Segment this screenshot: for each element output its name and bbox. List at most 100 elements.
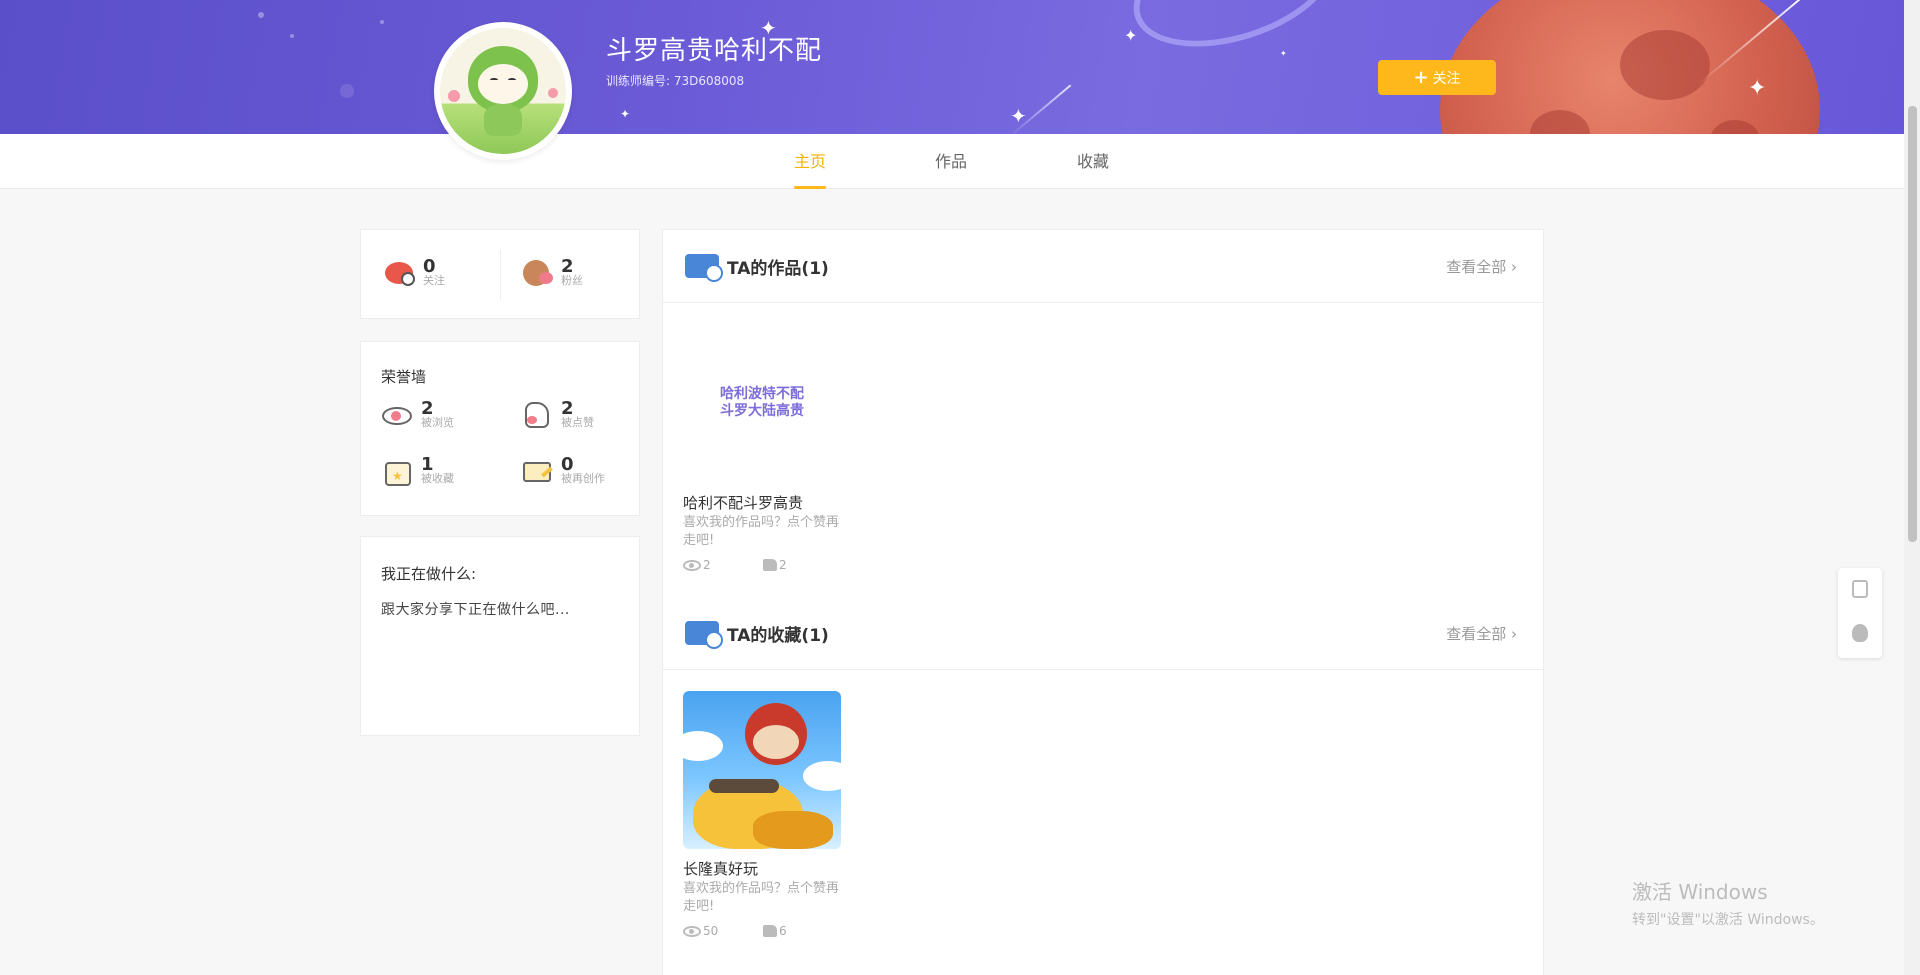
works-header: TA的作品(1) 查看全部 ›: [663, 230, 1543, 303]
following-label: 关注: [423, 274, 445, 287]
work-thumbnail[interactable]: 哈利波特不配 斗罗大陆高贵: [683, 324, 841, 482]
fans-count: 2: [561, 256, 574, 277]
favorite-name[interactable]: 长隆真好玩: [683, 858, 758, 879]
works-icon: [685, 254, 723, 282]
honor-wall-title: 荣誉墙: [381, 368, 427, 386]
honor-views: 2 被浏览: [381, 400, 454, 430]
trainer-id: 训练师编号: 73D608008: [606, 74, 745, 88]
works-view-all-label: 查看全部: [1446, 258, 1507, 276]
collect-box-star: ★: [392, 469, 403, 483]
favorites-title: TA的收藏(1): [727, 626, 829, 646]
cover-cloud: [803, 761, 841, 791]
favorites-view-all-link[interactable]: 查看全部 ›: [1446, 623, 1517, 644]
avatar-eye: [490, 78, 498, 82]
banner-dot: [380, 20, 384, 24]
recreate-icon: [521, 456, 555, 486]
eye-icon: [683, 559, 701, 571]
works-view-all-link[interactable]: 查看全部 ›: [1446, 256, 1517, 277]
work-likes: 2: [763, 558, 787, 572]
banner-dot: [340, 84, 354, 98]
honor-likes: 2 被点赞: [521, 400, 594, 430]
favorites-header: TA的收藏(1) 查看全部 ›: [663, 597, 1543, 670]
honor-recreate-label: 被再创作: [561, 472, 605, 485]
tab-works[interactable]: 作品: [935, 134, 967, 189]
favorite-description: 喜欢我的作品吗？点个赞再走吧!: [683, 881, 840, 914]
avatar-image: [440, 28, 566, 154]
windows-activation-watermark: 激活 Windows 转到"设置"以激活 Windows。: [1632, 876, 1824, 929]
favorites-view-all-label: 查看全部: [1446, 625, 1507, 643]
planet-crater: [1530, 110, 1590, 134]
sparkle-icon: ✦: [1010, 104, 1027, 128]
work-views: 2: [683, 558, 711, 572]
honor-wall-card: 荣誉墙 2 被浏览 2 被点赞 ★ 1 被收藏 0 被再创作: [360, 341, 640, 516]
planet-crater: [1710, 120, 1760, 134]
fans-icon: [521, 258, 555, 288]
avatar[interactable]: [434, 22, 572, 160]
work-likes-count: 2: [779, 558, 787, 572]
banner-dot: [258, 12, 264, 18]
following-stat[interactable]: 0 关注: [383, 258, 445, 288]
chevron-right-icon: ›: [1511, 625, 1517, 643]
sparkle-icon: ✦: [1124, 26, 1138, 45]
content-panel: TA的作品(1) 查看全部 › 哈利波特不配 斗罗大陆高贵 哈利不配斗罗高贵 喜…: [662, 229, 1544, 975]
work-thumbnail-text: 哈利波特不配 斗罗大陆高贵: [683, 386, 841, 420]
status-card[interactable]: 我正在做什么: 跟大家分享下正在做什么吧...: [360, 536, 640, 736]
watermark-subtitle: 转到"设置"以激活 Windows。: [1632, 912, 1824, 928]
sparkle-icon: ✦: [1748, 76, 1767, 101]
plus-icon: +: [1413, 66, 1429, 88]
work-name[interactable]: 哈利不配斗罗高贵: [683, 492, 803, 513]
favorite-views: 50: [683, 924, 718, 938]
tab-home[interactable]: 主页: [794, 134, 827, 189]
favorite-views-count: 50: [703, 924, 719, 938]
fans-stat[interactable]: 2 粉丝: [521, 258, 583, 288]
follow-button[interactable]: + 关注: [1378, 60, 1496, 95]
honor-views-label: 被浏览: [421, 416, 454, 429]
status-text[interactable]: 跟大家分享下正在做什么吧...: [381, 599, 570, 619]
sparkle-icon: ✦: [620, 107, 631, 121]
favorite-likes: 6: [763, 924, 787, 938]
works-title: TA的作品(1): [727, 259, 829, 279]
thumbs-up-icon: [763, 925, 777, 937]
watermark-title: 激活 Windows: [1632, 880, 1768, 904]
cover-pilot-face: [753, 725, 799, 759]
banner-dot: [290, 34, 294, 38]
avatar-flower: [548, 88, 558, 98]
honor-collects-label: 被收藏: [421, 472, 454, 485]
mobile-icon[interactable]: [1852, 580, 1868, 598]
honor-recreate-count: 0: [561, 454, 574, 475]
eye-icon: [381, 400, 415, 430]
favorite-thumbnail[interactable]: [683, 691, 841, 849]
cover-cloud: [683, 731, 723, 761]
work-views-count: 2: [703, 558, 711, 572]
avatar-face: [478, 64, 528, 104]
avatar-body: [484, 104, 522, 136]
following-count: 0: [423, 256, 436, 277]
avatar-eye: [508, 78, 516, 82]
planet-crater: [1620, 30, 1710, 100]
profile-tab-bar: 主页 作品 收藏: [0, 134, 1904, 189]
tab-favorites[interactable]: 收藏: [1077, 134, 1109, 189]
sparkle-icon: ✦: [1280, 49, 1287, 58]
cover-ship-tail: [753, 811, 833, 849]
fans-icon-heart: [539, 272, 553, 284]
eye-icon-pupil: [391, 411, 401, 421]
honor-recreate: 0 被再创作: [521, 456, 605, 486]
thumbs-up-icon: [763, 559, 777, 571]
scrollbar-thumb[interactable]: [1908, 106, 1917, 542]
eye-icon: [683, 925, 701, 937]
like-icon-shape: [525, 402, 549, 428]
stats-divider: [500, 250, 501, 300]
honor-likes-count: 2: [561, 398, 574, 419]
page-scrollbar[interactable]: [1904, 0, 1920, 975]
following-icon-check: [401, 272, 415, 286]
follow-button-label: 关注: [1432, 70, 1461, 87]
favorites-icon: [685, 621, 723, 649]
profile-username: 斗罗高贵哈利不配: [606, 36, 823, 66]
following-icon: [383, 258, 417, 288]
qq-icon[interactable]: [1852, 624, 1868, 642]
like-icon: [521, 400, 555, 430]
work-thumbnail-line2: 斗罗大陆高贵: [720, 403, 804, 419]
avatar-flower: [448, 90, 460, 102]
status-title: 我正在做什么:: [381, 565, 477, 583]
planet-decoration: [1440, 0, 1820, 134]
